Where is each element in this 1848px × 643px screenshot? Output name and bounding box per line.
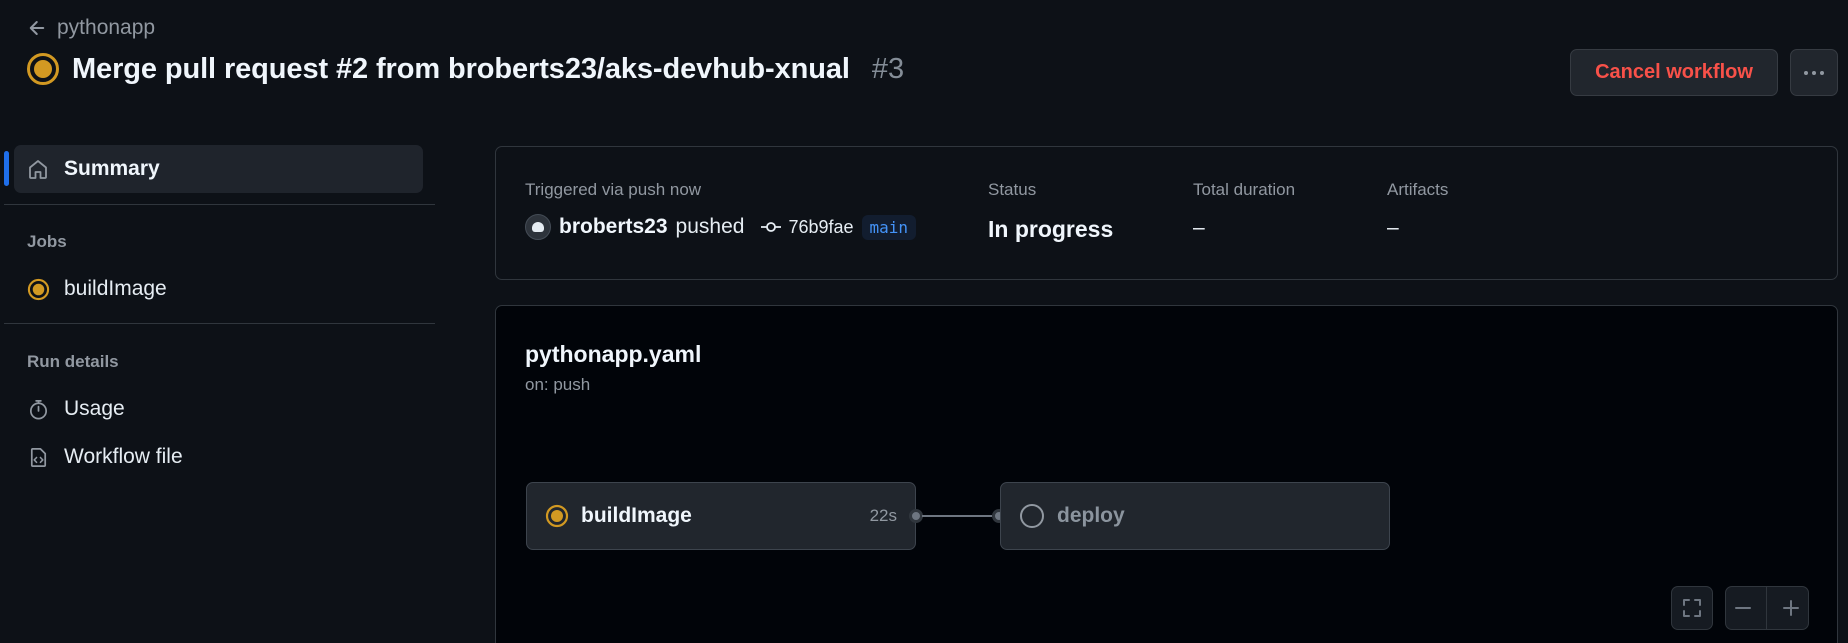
sidebar-item-summary[interactable]: Summary [14,145,423,193]
duration-value: – [1193,216,1205,239]
arrow-left-icon [29,21,45,35]
in-progress-icon [27,278,50,300]
back-link[interactable]: pythonapp [27,16,155,40]
git-commit-icon [761,222,782,232]
kebab-dot-icon [1804,70,1808,75]
divider [4,204,435,205]
sidebar-item-workflow-file[interactable]: Workflow file [27,445,183,469]
job-node-deploy[interactable]: deploy [1000,482,1390,550]
job-name: buildImage [581,504,692,527]
avatar[interactable] [525,214,551,240]
sidebar-item-usage[interactable]: Usage [27,397,125,421]
more-options-button[interactable] [1790,49,1838,96]
commit-link[interactable]: 76b9fae [760,216,854,238]
pending-circle-icon [1020,504,1044,528]
action-text: pushed [675,215,745,238]
stopwatch-icon [29,399,48,419]
home-icon [29,160,47,179]
connector-out-dot [909,509,923,523]
fullscreen-button[interactable] [1671,586,1713,630]
artifacts-value: – [1387,216,1399,239]
sidebar-item-buildimage[interactable]: buildImage [27,277,167,301]
commit-sha: 76b9fae [788,216,854,237]
kebab-dot-icon [1812,70,1816,75]
job-node-buildimage[interactable]: buildImage 22s [526,482,916,550]
kebab-dot-icon [1820,70,1824,75]
status-value: In progress [988,216,1114,242]
run-details-heading: Run details [27,352,119,371]
run-summary-card [495,146,1838,280]
artifacts-label: Artifacts [1387,180,1449,199]
file-code-icon [30,447,47,467]
page-title-row: Merge pull request #2 from broberts23/ak… [26,52,904,86]
actor-link[interactable]: broberts23 [559,215,668,239]
status-label: Status [988,180,1037,199]
in-progress-icon [545,504,569,528]
run-number: #3 [871,52,905,85]
job-duration: 22s [869,506,897,525]
jobs-heading: Jobs [27,232,67,251]
sidebar-item-label: buildImage [64,277,167,300]
zoom-in-icon[interactable] [1780,597,1802,619]
back-link-label: pythonapp [57,16,156,39]
zoom-divider [1766,586,1768,630]
workflow-trigger: on: push [525,375,591,394]
sidebar-item-label: Usage [64,397,125,420]
sidebar-item-label: Workflow file [64,445,183,468]
trigger-details: broberts23 pushed 76b9fae main [525,214,917,240]
branch-badge[interactable]: main [861,214,917,240]
duration-label: Total duration [1193,180,1296,199]
workflow-file-name[interactable]: pythonapp.yaml [525,341,701,368]
user-avatar-icon [532,222,544,232]
zoom-controls [1725,586,1809,630]
job-name: deploy [1057,504,1125,527]
fullscreen-icon [1683,599,1701,617]
active-indicator [4,151,9,186]
job-connector-line [922,515,992,517]
divider [4,323,435,324]
trigger-label: Triggered via push now [525,180,702,199]
cancel-workflow-button[interactable]: Cancel workflow [1570,49,1778,96]
sidebar-item-label: Summary [64,157,160,180]
zoom-out-icon[interactable] [1732,597,1754,619]
page-title: Merge pull request #2 from broberts23/ak… [72,52,850,85]
in-progress-icon [27,53,59,85]
